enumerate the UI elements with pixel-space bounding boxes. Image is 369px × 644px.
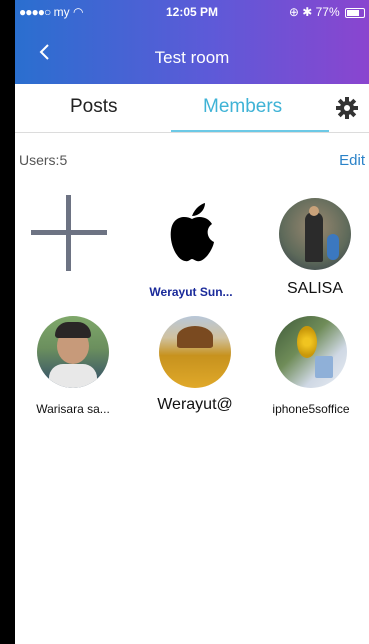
bluetooth-icon: ✱ xyxy=(302,5,313,19)
battery-percent: 77% xyxy=(315,5,340,19)
avatar xyxy=(275,316,347,388)
member-item[interactable]: iphone5soffice xyxy=(253,316,369,416)
status-right: ⊕ ✱ 77% xyxy=(289,5,365,19)
add-member-plus-icon[interactable] xyxy=(29,193,109,273)
app-screen: ●●●●○ my ◠ 12:05 PM ⊕ ✱ 77% Test room Po… xyxy=(15,0,369,644)
avatar xyxy=(37,316,109,388)
member-item[interactable]: SALISA xyxy=(257,198,369,298)
apple-logo-icon[interactable] xyxy=(165,200,219,264)
member-name: iphone5soffice xyxy=(272,402,350,416)
rotation-lock-icon: ⊕ xyxy=(288,5,299,19)
battery-icon xyxy=(345,7,365,18)
edit-button[interactable]: Edit xyxy=(339,152,365,169)
users-count: Users:5 xyxy=(19,152,68,168)
member-name: Werayut@ xyxy=(157,396,233,413)
tab-bar: Posts Members xyxy=(15,84,369,133)
member-item[interactable]: Werayut Sun... xyxy=(133,285,249,299)
page-title: Test room xyxy=(154,48,230,67)
member-name: SALISA xyxy=(286,280,344,297)
member-name: Werayut Sun... xyxy=(149,285,233,299)
gear-icon[interactable] xyxy=(335,96,359,120)
avatar xyxy=(159,316,231,388)
tab-posts[interactable]: Posts xyxy=(70,96,118,118)
header-bar: ●●●●○ my ◠ 12:05 PM ⊕ ✱ 77% Test room xyxy=(15,0,369,84)
member-item[interactable]: Warisara sa... xyxy=(15,316,131,416)
avatar xyxy=(279,198,351,270)
member-name: Warisara sa... xyxy=(36,402,110,416)
active-tab-indicator xyxy=(171,130,329,132)
member-item[interactable]: Werayut@ xyxy=(137,316,253,414)
tab-members[interactable]: Members xyxy=(203,96,282,118)
status-bar: ●●●●○ my ◠ 12:05 PM ⊕ ✱ 77% xyxy=(15,0,369,22)
